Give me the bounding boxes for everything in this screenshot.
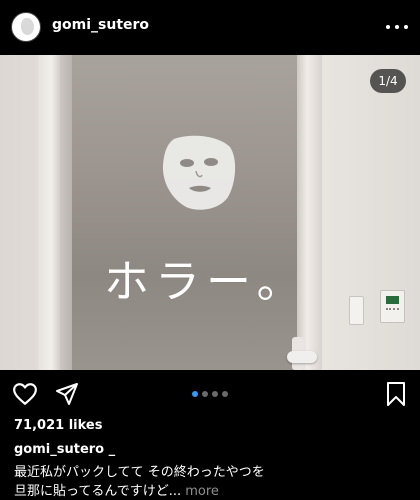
image-counter-badge: 1/4 — [370, 69, 406, 93]
light-switch — [349, 296, 364, 325]
control-panel — [380, 290, 405, 323]
action-bar — [0, 370, 420, 418]
carousel-dot — [212, 391, 218, 397]
post-header: gomi_sutero — [0, 0, 420, 55]
door-edge — [60, 55, 72, 370]
likes-count[interactable]: 71,021 likes — [14, 418, 102, 433]
image-overlay-text: ホラー。 — [104, 255, 308, 308]
door-frame-left — [38, 55, 60, 370]
carousel-dot — [222, 391, 228, 397]
carousel-dot — [202, 391, 208, 397]
photo-wall-right — [322, 55, 420, 370]
caption-username[interactable]: gomi_sutero _ — [14, 442, 115, 457]
door-handle — [287, 351, 317, 363]
caption-text-line-1: 最近私がパックしてて その終わったやつを — [14, 465, 265, 480]
caption-text-line-2: 旦那に貼ってるんですけど... more — [14, 480, 219, 499]
carousel-dots — [192, 391, 228, 397]
heart-icon[interactable] — [12, 381, 38, 407]
post-image[interactable]: ホラー。 1/4 — [0, 55, 420, 370]
face-mask-sheet — [162, 135, 236, 210]
carousel-dot — [192, 391, 198, 397]
avatar-mask-image — [21, 18, 34, 35]
door-frame-right — [297, 55, 322, 370]
avatar[interactable] — [11, 12, 41, 42]
more-link[interactable]: more — [185, 484, 219, 499]
share-icon[interactable] — [55, 382, 79, 406]
post-username[interactable]: gomi_sutero — [52, 17, 149, 33]
more-options-icon[interactable] — [386, 17, 408, 37]
bookmark-icon[interactable] — [386, 381, 406, 407]
caption-text-line-2-body: 旦那に貼ってるんですけど... — [14, 484, 182, 499]
